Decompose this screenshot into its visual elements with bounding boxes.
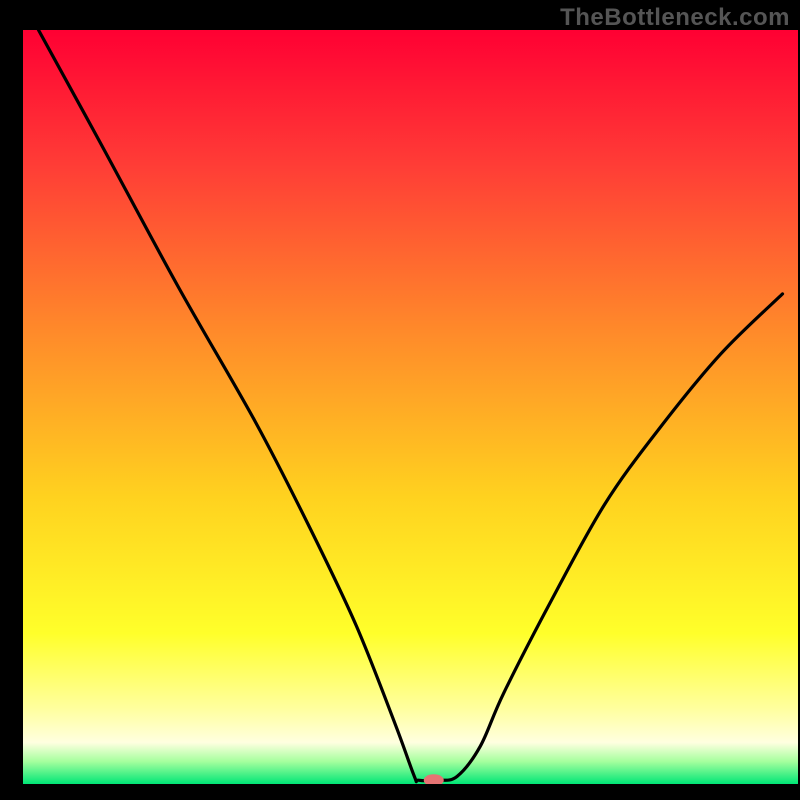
watermark-text: TheBottleneck.com xyxy=(560,4,790,32)
gradient-background xyxy=(23,30,798,784)
minimum-marker xyxy=(424,774,444,786)
chart-stage: TheBottleneck.com xyxy=(0,0,800,800)
bottleneck-chart xyxy=(0,0,800,800)
